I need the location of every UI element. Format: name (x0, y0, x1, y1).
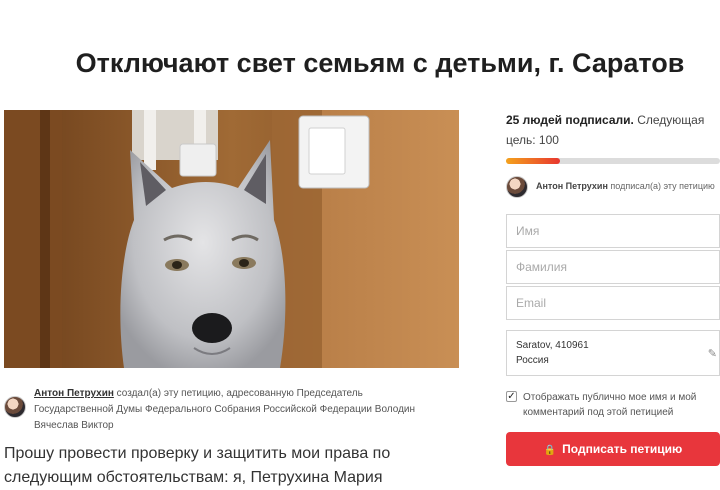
sign-panel: 25 людей подписали. Следующая цель: 100 … (506, 110, 720, 466)
last-name-field[interactable] (506, 250, 720, 284)
signature-count-value: 25 людей подписали. (506, 113, 634, 127)
recent-signer-avatar (506, 176, 528, 198)
location-city: Saratov, 410961 (516, 340, 589, 351)
sign-petition-button[interactable]: 🔒 Подписать петицию (506, 432, 720, 466)
edit-icon[interactable]: ✎ (708, 347, 717, 360)
creator-text-part1: создал(а) эту петицию, адресованную Пред… (113, 388, 363, 399)
creator-name-link[interactable]: Антон Петрухин (34, 388, 114, 399)
checkmark-icon: ✓ (507, 391, 516, 402)
email-field[interactable] (506, 286, 720, 320)
recent-signer-name: Антон Петрухин (536, 181, 608, 191)
petition-body-line: следующим обстоятельствам: я, Петрухина … (4, 469, 383, 486)
goal-label: цель: 100 (506, 133, 559, 147)
email-input[interactable] (507, 287, 719, 319)
consent-label: Отображать публично мое имя и мой коммен… (523, 392, 697, 418)
petition-image (4, 110, 459, 368)
recent-signer-text: Антон Петрухин подписал(а) эту петицию (536, 181, 715, 191)
recent-signer-action: подписал(а) эту петицию (607, 181, 715, 191)
signature-progress-bar (506, 158, 720, 164)
first-name-field[interactable] (506, 214, 720, 248)
creator-avatar[interactable] (4, 396, 26, 418)
creator-info: Антон Петрухин создал(а) эту петицию, ад… (4, 384, 459, 434)
page-title: Отключают свет семьям с детьми, г. Сарат… (75, 48, 685, 79)
sign-petition-label: Подписать петицию (562, 442, 683, 456)
creator-text-part3: Вячеслав Виктор (34, 420, 114, 431)
petition-body: Прошу провести проверку и защитить мои п… (4, 442, 459, 490)
signature-count: 25 людей подписали. Следующая цель: 100 (506, 110, 720, 150)
next-goal-label: Следующая (633, 113, 705, 127)
creator-description: Антон Петрухин создал(а) эту петицию, ад… (34, 386, 459, 434)
location-country: Россия (516, 355, 549, 366)
husky-photo (4, 110, 459, 368)
first-name-input[interactable] (507, 215, 719, 247)
petition-body-line: Прошу провести проверку и защитить мои п… (4, 445, 391, 462)
last-name-input[interactable] (507, 251, 719, 283)
lock-icon: 🔒 (543, 445, 557, 456)
consent-checkbox[interactable]: ✓ (506, 391, 517, 402)
recent-signer: Антон Петрухин подписал(а) эту петицию (506, 176, 720, 198)
signature-progress-fill (506, 158, 560, 164)
creator-text-part2: Государственной Думы Федерального Собран… (34, 404, 416, 415)
location-field[interactable]: Saratov, 410961 Россия ✎ (506, 330, 720, 376)
